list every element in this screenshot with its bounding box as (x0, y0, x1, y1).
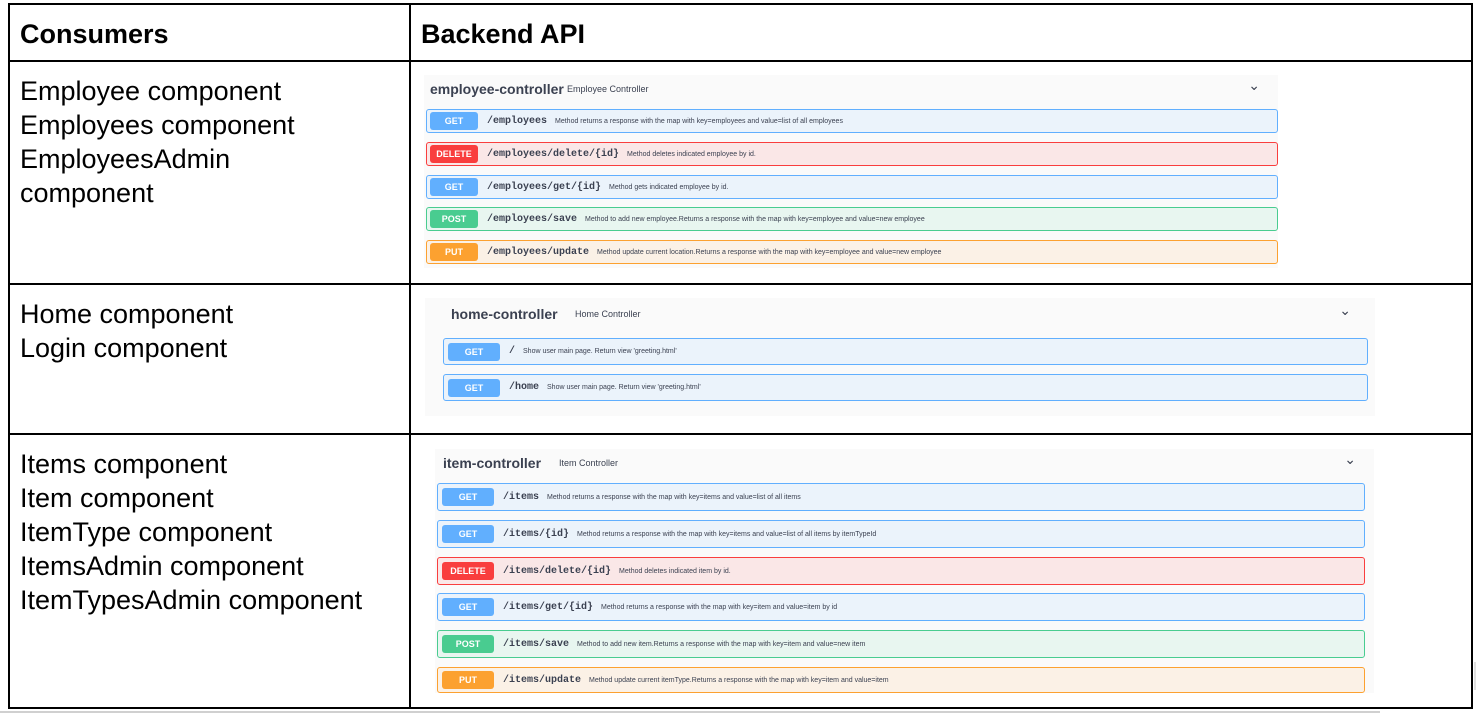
operation-path: / (509, 346, 516, 357)
backend-cell-home: home-controller Home Controller ⌄ GET / … (411, 285, 1471, 435)
header-backend-api: Backend API (411, 5, 1471, 62)
operation-summary: Show user main page. Return view 'greeti… (547, 384, 701, 391)
consumer-item: EmployeesAdmin (20, 144, 231, 174)
operation-summary: Method to add new item.Returns a respons… (577, 640, 866, 648)
operation-path: /employees (487, 115, 548, 127)
consumer-item: Employee component (20, 76, 282, 106)
operation-row[interactable]: DELETE /items/delete/{id} Method deletes… (437, 557, 1365, 585)
method-badge: GET (448, 378, 500, 397)
method-badge: GET (448, 342, 500, 361)
operation-summary: Method returns a response with the map w… (547, 493, 801, 501)
controller-description: Employee Controller (567, 84, 649, 94)
method-badge: GET (430, 112, 478, 130)
scroll-edge-mark (1474, 662, 1476, 690)
operation-summary: Method returns a response with the map w… (555, 117, 843, 125)
operation-path: /employees/update (487, 246, 590, 258)
operation-row[interactable]: PUT /items/update Method update current … (437, 667, 1365, 693)
page-bottom-divider (0, 711, 1380, 713)
operation-row[interactable]: PUT /employees/update Method update curr… (426, 240, 1278, 264)
controller-header[interactable]: item-controller Item Controller ⌄ (435, 449, 1374, 477)
consumer-item: component (20, 178, 154, 208)
consumer-item: Employees component (20, 110, 295, 140)
chevron-down-icon[interactable]: ⌄ (1339, 302, 1351, 319)
operation-row[interactable]: GET / Show user main page. Return view '… (443, 338, 1368, 365)
controller-description: Item Controller (559, 458, 619, 468)
consumer-item: Home component (20, 299, 234, 329)
controller-name: item-controller (443, 455, 542, 471)
method-badge: GET (442, 488, 494, 506)
consumer-item: ItemType component (20, 517, 273, 547)
operation-row[interactable]: GET /items/get/{id} Method returns a res… (437, 593, 1365, 621)
operation-row[interactable]: GET /items Method returns a response wit… (437, 483, 1365, 511)
employee-controller-panel: employee-controller Employee Controller … (424, 75, 1278, 268)
operation-path: /items (503, 491, 540, 503)
header-consumers: Consumers (10, 5, 411, 62)
operation-path: /employees/delete/{id} (487, 148, 620, 160)
consumer-item: ItemTypesAdmin component (20, 585, 363, 615)
operation-row[interactable]: POST /items/save Method to add new item.… (437, 630, 1365, 658)
consumer-item: ItemsAdmin component (20, 551, 304, 581)
operation-path: /employees/save (487, 213, 578, 225)
consumers-cell-home: Home component Login component (10, 285, 411, 435)
operation-path: /items/update (503, 674, 582, 686)
controller-header[interactable]: home-controller Home Controller ⌄ (425, 298, 1375, 326)
controller-name: home-controller (451, 306, 558, 322)
operation-summary: Method update current itemType.Returns a… (589, 676, 889, 684)
operation-summary: Method returns a response with the map w… (601, 603, 838, 611)
operation-row[interactable]: GET /items/{id} Method returns a respons… (437, 520, 1365, 548)
method-badge: POST (430, 210, 478, 228)
operation-path: /items/delete/{id} (503, 565, 612, 577)
consumer-item: Login component (20, 333, 228, 363)
operation-summary: Show user main page. Return view 'greeti… (523, 348, 677, 355)
operation-summary: Method gets indicated employee by id. (609, 183, 729, 191)
controller-description: Home Controller (575, 309, 641, 319)
operation-summary: Method returns a response with the map w… (577, 530, 877, 538)
consumers-cell-employee: Employee component Employees component E… (10, 62, 411, 285)
operation-row[interactable]: GET /home Show user main page. Return vi… (443, 374, 1368, 401)
operation-row[interactable]: GET /employees Method returns a response… (426, 109, 1278, 133)
operation-row[interactable]: DELETE /employees/delete/{id} Method del… (426, 142, 1278, 166)
operation-path: /home (509, 382, 540, 393)
method-badge: PUT (442, 671, 494, 689)
operation-summary: Method to add new employee.Returns a res… (585, 215, 925, 223)
api-consumers-table: Consumers Backend API Employee component… (8, 3, 1473, 709)
method-badge: GET (430, 178, 478, 196)
backend-cell-item: item-controller Item Controller ⌄ GET /i… (411, 435, 1471, 707)
backend-cell-employee: employee-controller Employee Controller … (411, 62, 1471, 285)
controller-name: employee-controller (430, 81, 564, 97)
consumer-item: Item component (20, 483, 214, 513)
operation-row[interactable]: POST /employees/save Method to add new e… (426, 207, 1278, 231)
method-badge: POST (442, 635, 494, 653)
method-badge: GET (442, 598, 494, 616)
consumer-item: Items component (20, 449, 228, 479)
operation-summary: Method deletes indicated employee by id. (627, 150, 756, 158)
operation-path: /items/get/{id} (503, 601, 594, 613)
method-badge: PUT (430, 243, 478, 261)
operation-path: /items/save (503, 638, 570, 650)
chevron-down-icon[interactable]: ⌄ (1344, 451, 1356, 468)
operation-row[interactable]: GET /employees/get/{id} Method gets indi… (426, 175, 1278, 199)
method-badge: DELETE (442, 562, 494, 580)
item-controller-panel: item-controller Item Controller ⌄ GET /i… (435, 449, 1374, 693)
operation-path: /employees/get/{id} (487, 181, 602, 193)
method-badge: GET (442, 525, 494, 543)
method-badge: DELETE (430, 145, 478, 163)
controller-header[interactable]: employee-controller Employee Controller … (424, 75, 1278, 103)
operation-summary: Method deletes indicated item by id. (619, 567, 731, 575)
consumers-cell-item: Items component Item component ItemType … (10, 435, 411, 707)
operation-summary: Method update current location.Returns a… (597, 248, 942, 256)
operation-path: /items/{id} (503, 528, 570, 540)
home-controller-panel: home-controller Home Controller ⌄ GET / … (425, 298, 1375, 416)
chevron-down-icon[interactable]: ⌄ (1248, 77, 1260, 94)
